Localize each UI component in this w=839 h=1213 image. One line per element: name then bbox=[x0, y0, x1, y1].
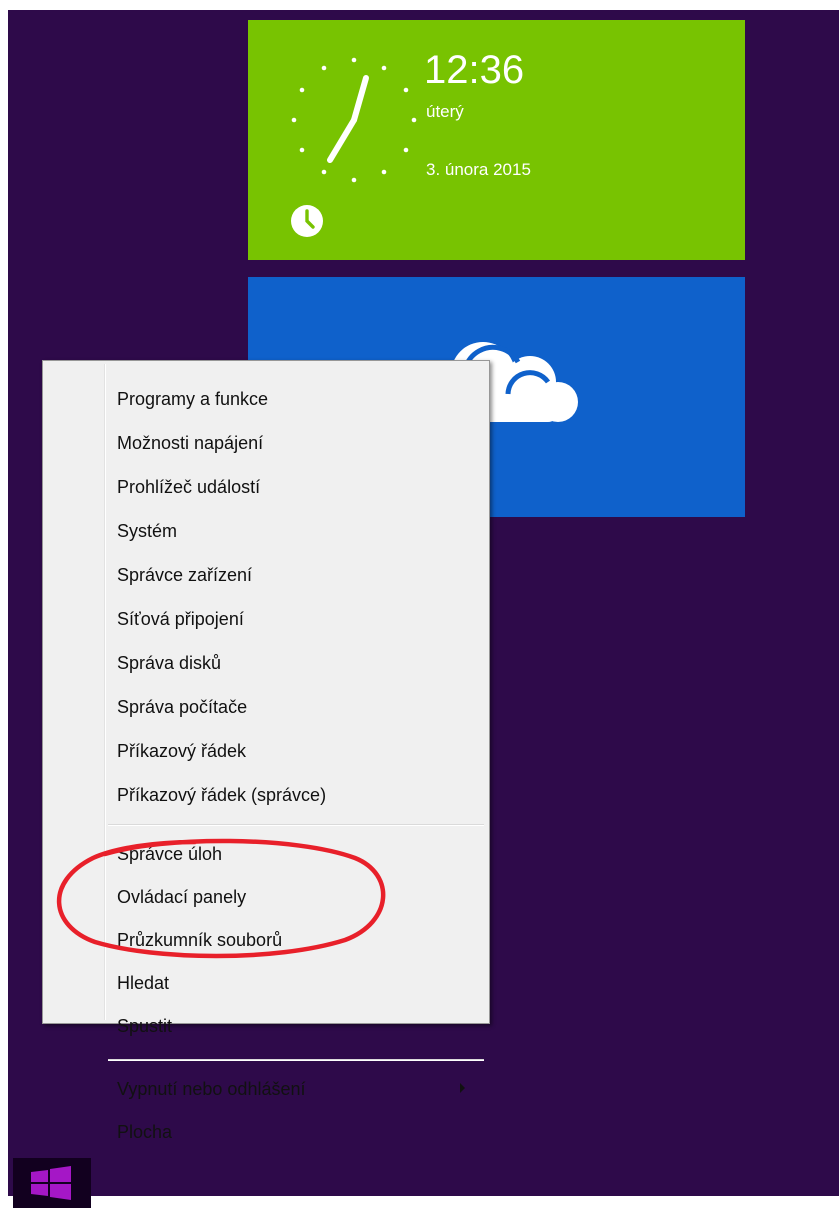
menu-item-network-connections[interactable]: Síťová připojení bbox=[47, 598, 483, 640]
menu-separator bbox=[108, 824, 484, 826]
clock-tile[interactable]: 12:36 úterý 3. února 2015 bbox=[248, 20, 745, 260]
menu-item-desktop[interactable]: Plocha bbox=[47, 1111, 483, 1153]
menu-item-search[interactable]: Hledat bbox=[47, 962, 483, 1004]
menu-item-programs-features[interactable]: Programy a funkce bbox=[47, 378, 483, 420]
winx-context-menu: Programy a funkce Možnosti napájení Proh… bbox=[42, 360, 490, 1142]
menu-item-control-panel[interactable]: Ovládací panely bbox=[47, 876, 483, 918]
chevron-right-icon bbox=[460, 1083, 465, 1093]
windows-logo-icon bbox=[31, 1166, 71, 1200]
menu-item-power-options[interactable]: Možnosti napájení bbox=[47, 422, 483, 464]
menu-item-device-manager[interactable]: Správce zařízení bbox=[47, 554, 483, 596]
menu-item-command-prompt-admin[interactable]: Příkazový řádek (správce) bbox=[47, 774, 483, 816]
menu-item-computer-management[interactable]: Správa počítače bbox=[47, 686, 483, 728]
menu-item-event-viewer[interactable]: Prohlížeč událostí bbox=[47, 466, 483, 508]
menu-item-shutdown-signout[interactable]: Vypnutí nebo odhlášení bbox=[47, 1068, 483, 1110]
clock-icon bbox=[291, 205, 323, 237]
start-button[interactable] bbox=[13, 1158, 91, 1208]
clock-day: úterý bbox=[426, 102, 464, 121]
menu-item-file-explorer[interactable]: Průzkumník souborů bbox=[47, 919, 483, 961]
clock-date: 3. února 2015 bbox=[426, 160, 531, 179]
menu-item-label: Vypnutí nebo odhlášení bbox=[117, 1079, 306, 1099]
clock-time: 12:36 bbox=[424, 48, 525, 92]
menu-item-task-manager[interactable]: Správce úloh bbox=[47, 833, 483, 875]
menu-separator bbox=[108, 1059, 484, 1061]
menu-item-system[interactable]: Systém bbox=[47, 510, 483, 552]
menu-item-command-prompt[interactable]: Příkazový řádek bbox=[47, 730, 483, 772]
menu-item-run[interactable]: Spustit bbox=[47, 1005, 483, 1047]
analog-clock-icon bbox=[291, 57, 417, 183]
menu-item-disk-management[interactable]: Správa disků bbox=[47, 642, 483, 684]
